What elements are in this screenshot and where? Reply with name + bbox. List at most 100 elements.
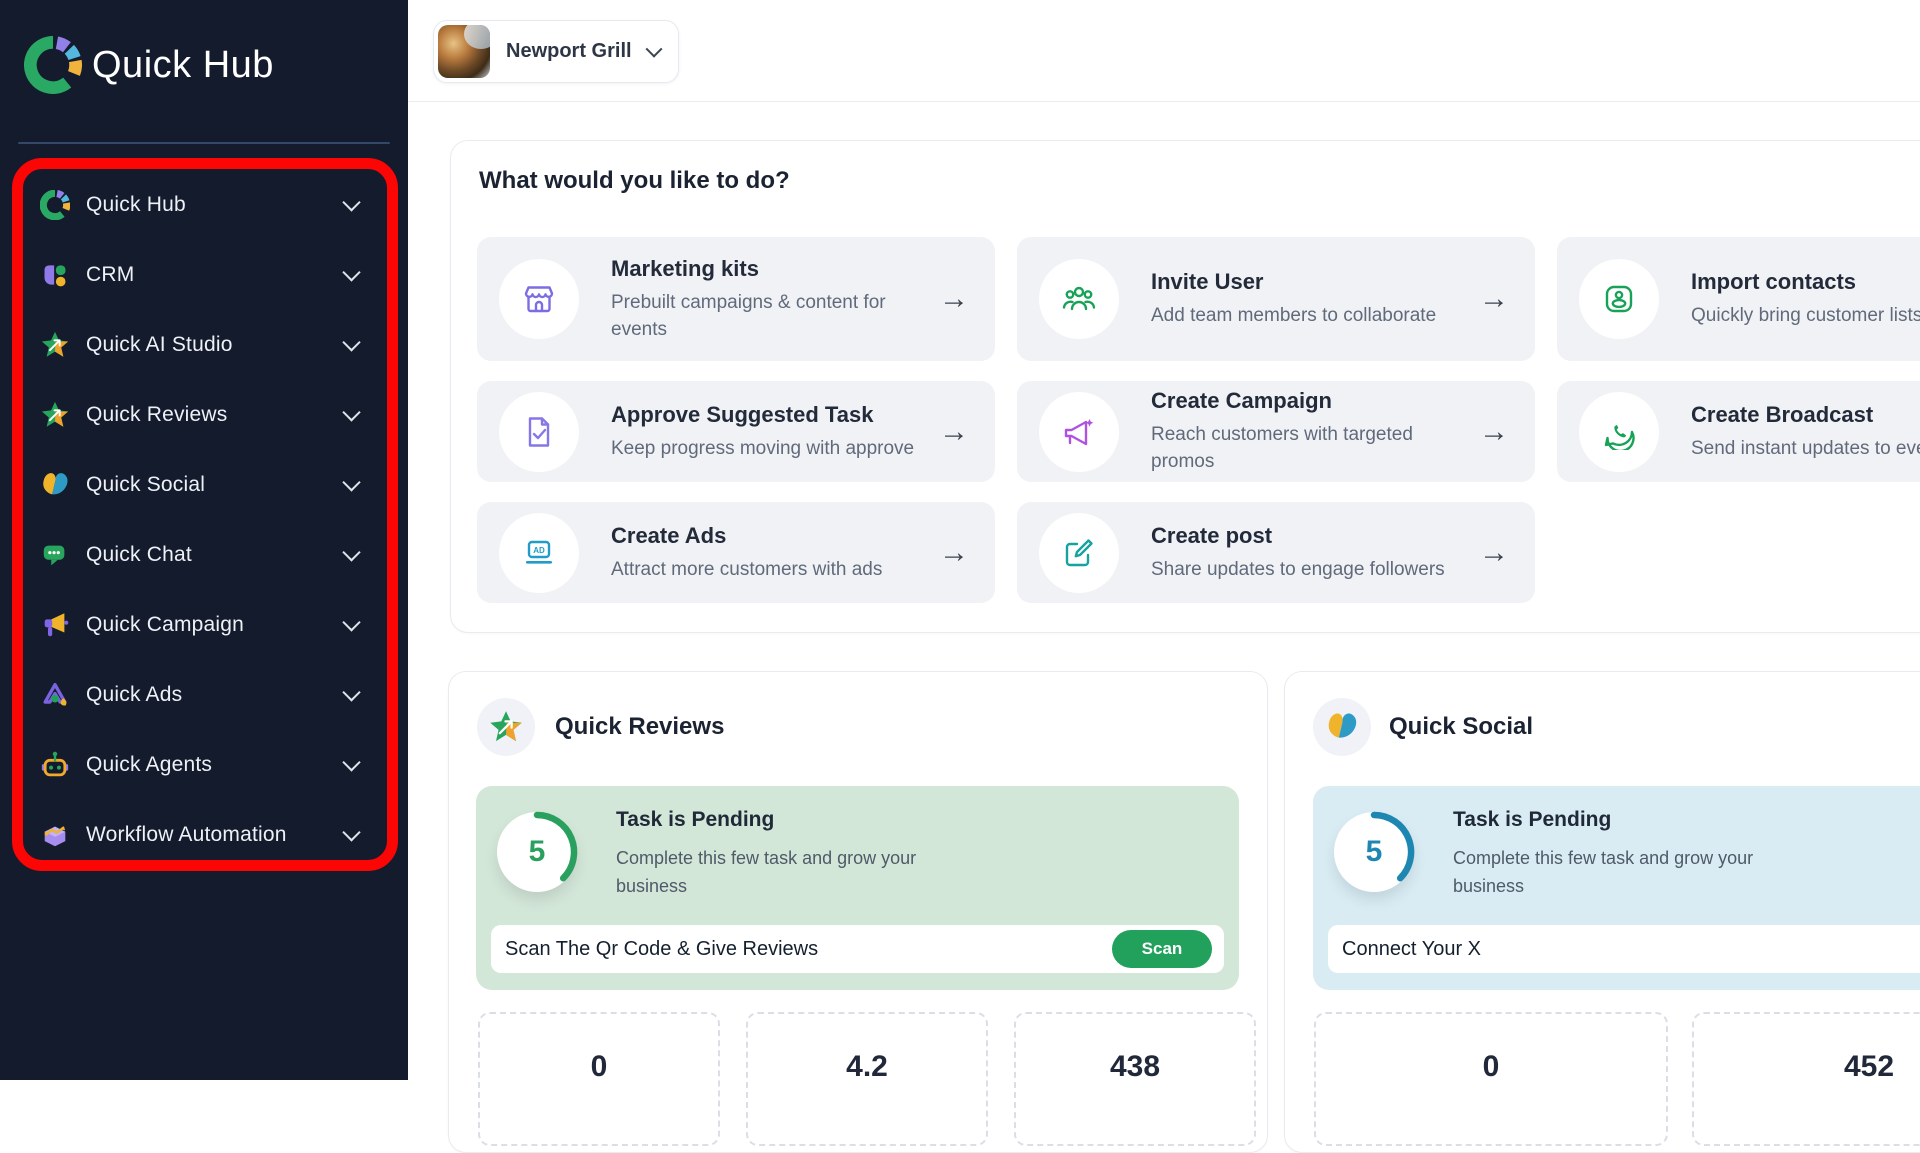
action-tile-create-post[interactable]: Create post Share updates to engage foll… bbox=[1017, 502, 1535, 603]
tile-subtitle: Prebuilt campaigns & content for events bbox=[611, 289, 931, 343]
chevron-down-icon bbox=[342, 613, 360, 631]
action-tile-import-contacts[interactable]: Import contacts Quickly bring customer l… bbox=[1557, 237, 1920, 361]
arrow-right-icon: → bbox=[1479, 536, 1509, 570]
tile-subtitle: Reach customers with targeted promos bbox=[1151, 421, 1471, 475]
tile-subtitle: Attract more customers with ads bbox=[611, 556, 931, 583]
sidebar-item-quick-campaign[interactable]: Quick Campaign bbox=[0, 590, 408, 660]
panel-heading: What would you like to do? bbox=[479, 167, 790, 195]
svg-text:AD: AD bbox=[533, 545, 545, 554]
chevron-down-icon bbox=[342, 753, 360, 771]
sidebar-item-label: Quick Campaign bbox=[86, 613, 244, 637]
chevron-down-icon bbox=[342, 263, 360, 281]
sidebar-item-quick-ai-studio[interactable]: Quick AI Studio bbox=[0, 310, 408, 380]
social-pending-banner: 5 Task is Pending Complete this few task… bbox=[1313, 786, 1920, 990]
action-tile-marketing-kits[interactable]: Marketing kits Prebuilt campaigns & cont… bbox=[477, 237, 995, 361]
sidebar-item-workflow-automation[interactable]: Workflow Automation bbox=[0, 800, 408, 870]
social-heart-icon bbox=[1313, 698, 1371, 756]
sidebar-menu: Quick Hub CRM Quick AI bbox=[0, 170, 408, 870]
sidebar-item-quick-chat[interactable]: Quick Chat bbox=[0, 520, 408, 590]
sidebar: Quick Hub Quick Hub bbox=[0, 0, 408, 1080]
tile-title: Marketing kits bbox=[611, 256, 931, 282]
robot-icon bbox=[40, 750, 70, 780]
sidebar-item-label: Workflow Automation bbox=[86, 823, 287, 847]
quick-hub-logo-icon bbox=[24, 36, 82, 94]
business-name: Newport Grill bbox=[506, 40, 632, 63]
stat-value: 0 bbox=[480, 1050, 718, 1084]
chevron-down-icon bbox=[342, 403, 360, 421]
ai-studio-star-icon bbox=[40, 330, 70, 360]
pending-subtitle: Complete this few task and grow your bus… bbox=[616, 844, 956, 900]
reviews-stat-box: 4.2 bbox=[746, 1012, 988, 1146]
scan-button[interactable]: Scan bbox=[1112, 930, 1212, 968]
tile-title: Invite User bbox=[1151, 269, 1471, 295]
stat-value: 452 bbox=[1694, 1050, 1920, 1084]
business-avatar bbox=[438, 25, 490, 78]
stat-value: 4.2 bbox=[748, 1050, 986, 1084]
pending-title: Task is Pending bbox=[616, 808, 774, 832]
action-tile-create-ads[interactable]: AD Create Ads Attract more customers wit… bbox=[477, 502, 995, 603]
arrow-right-icon: → bbox=[1479, 415, 1509, 449]
tile-subtitle: Quickly bring customer lists into Hub bbox=[1691, 302, 1920, 329]
tile-title: Create Broadcast bbox=[1691, 402, 1920, 428]
action-tile-create-campaign[interactable]: Create Campaign Reach customers with tar… bbox=[1017, 381, 1535, 482]
chevron-down-icon bbox=[342, 193, 360, 211]
reviews-star-icon bbox=[40, 400, 70, 430]
sidebar-item-label: Quick Agents bbox=[86, 753, 212, 777]
contact-card-icon bbox=[1579, 259, 1659, 339]
document-check-icon bbox=[499, 392, 579, 472]
social-stat-box: 452 bbox=[1692, 1012, 1920, 1146]
tile-subtitle: Send instant updates to everyone bbox=[1691, 435, 1920, 462]
sidebar-item-quick-social[interactable]: Quick Social bbox=[0, 450, 408, 520]
pending-title: Task is Pending bbox=[1453, 808, 1611, 832]
pending-subtitle: Complete this few task and grow your bus… bbox=[1453, 844, 1793, 900]
sidebar-item-label: Quick Social bbox=[86, 473, 205, 497]
tile-title: Create Ads bbox=[611, 523, 931, 549]
group-icon bbox=[1039, 259, 1119, 339]
app-title: Quick Hub bbox=[92, 44, 274, 87]
whatsapp-icon bbox=[1579, 392, 1659, 472]
pending-count-circle: 5 bbox=[497, 812, 577, 892]
social-task-row[interactable]: Connect Your X bbox=[1328, 925, 1920, 973]
action-tile-invite-user[interactable]: Invite User Add team members to collabor… bbox=[1017, 237, 1535, 361]
reviews-stat-box: 438 bbox=[1014, 1012, 1256, 1146]
progress-arc-icon bbox=[493, 808, 581, 896]
chat-bubble-icon bbox=[40, 540, 70, 570]
chevron-down-icon bbox=[342, 333, 360, 351]
reviews-stat-box: 0 bbox=[478, 1012, 720, 1146]
sidebar-item-quick-ads[interactable]: Quick Ads bbox=[0, 660, 408, 730]
campaign-megaphone-icon bbox=[1039, 392, 1119, 472]
quick-hub-ring-icon bbox=[40, 190, 70, 220]
arrow-right-icon: → bbox=[939, 415, 969, 449]
sidebar-item-label: Quick Hub bbox=[86, 193, 186, 217]
action-tile-create-broadcast[interactable]: Create Broadcast Send instant updates to… bbox=[1557, 381, 1920, 482]
ad-laptop-icon: AD bbox=[499, 513, 579, 593]
sidebar-item-label: Quick Reviews bbox=[86, 403, 227, 427]
stat-value: 438 bbox=[1016, 1050, 1254, 1084]
arrow-right-icon: → bbox=[939, 536, 969, 570]
top-header: Newport Grill bbox=[408, 0, 1920, 102]
sidebar-item-label: Quick Chat bbox=[86, 543, 192, 567]
stat-value: 0 bbox=[1316, 1050, 1666, 1084]
sidebar-item-quick-agents[interactable]: Quick Agents bbox=[0, 730, 408, 800]
tile-title: Create post bbox=[1151, 523, 1471, 549]
sidebar-item-crm[interactable]: CRM bbox=[0, 240, 408, 310]
chevron-down-icon bbox=[342, 823, 360, 841]
workflow-icon bbox=[40, 820, 70, 850]
business-selector[interactable]: Newport Grill bbox=[433, 20, 679, 83]
megaphone-icon bbox=[40, 610, 70, 640]
sidebar-item-quick-hub[interactable]: Quick Hub bbox=[0, 170, 408, 240]
card-title: Quick Social bbox=[1389, 713, 1533, 741]
tile-subtitle: Add team members to collaborate bbox=[1151, 302, 1471, 329]
tile-title: Import contacts bbox=[1691, 269, 1920, 295]
task-label: Scan The Qr Code & Give Reviews bbox=[505, 938, 818, 961]
action-tile-approve-suggested-task[interactable]: Approve Suggested Task Keep progress mov… bbox=[477, 381, 995, 482]
arrow-right-icon: → bbox=[939, 282, 969, 316]
social-heart-icon bbox=[40, 470, 70, 500]
sidebar-item-label: Quick Ads bbox=[86, 683, 182, 707]
tile-title: Create Campaign bbox=[1151, 388, 1471, 414]
edit-post-icon bbox=[1039, 513, 1119, 593]
card-title: Quick Reviews bbox=[555, 713, 724, 741]
sidebar-item-quick-reviews[interactable]: Quick Reviews bbox=[0, 380, 408, 450]
reviews-task-row[interactable]: Scan The Qr Code & Give Reviews Scan bbox=[491, 925, 1224, 973]
reviews-star-icon bbox=[477, 698, 535, 756]
